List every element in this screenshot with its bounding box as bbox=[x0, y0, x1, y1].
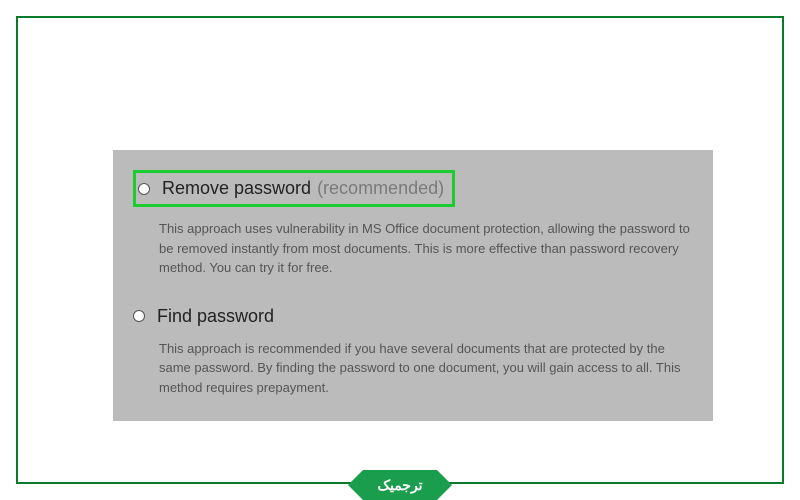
options-panel: Remove password (recommended) This appro… bbox=[113, 150, 713, 421]
option-header-row: Find password bbox=[133, 306, 693, 327]
option-title: Find password bbox=[157, 306, 274, 327]
option-suffix: (recommended) bbox=[317, 178, 444, 199]
content-frame: Remove password (recommended) This appro… bbox=[16, 16, 784, 484]
radio-remove-password[interactable] bbox=[138, 183, 150, 195]
highlight-box: Remove password (recommended) bbox=[133, 170, 455, 207]
option-description: This approach uses vulnerability in MS O… bbox=[133, 219, 693, 278]
option-description: This approach is recommended if you have… bbox=[133, 339, 693, 398]
brand-label: ترجمیک bbox=[377, 477, 422, 494]
option-header-row: Remove password (recommended) bbox=[133, 170, 693, 207]
brand-badge: ترجمیک bbox=[363, 470, 437, 500]
option-remove-password: Remove password (recommended) This appro… bbox=[133, 170, 693, 278]
option-title: Remove password bbox=[162, 178, 311, 199]
option-find-password: Find password This approach is recommend… bbox=[133, 306, 693, 398]
radio-find-password[interactable] bbox=[133, 310, 145, 322]
